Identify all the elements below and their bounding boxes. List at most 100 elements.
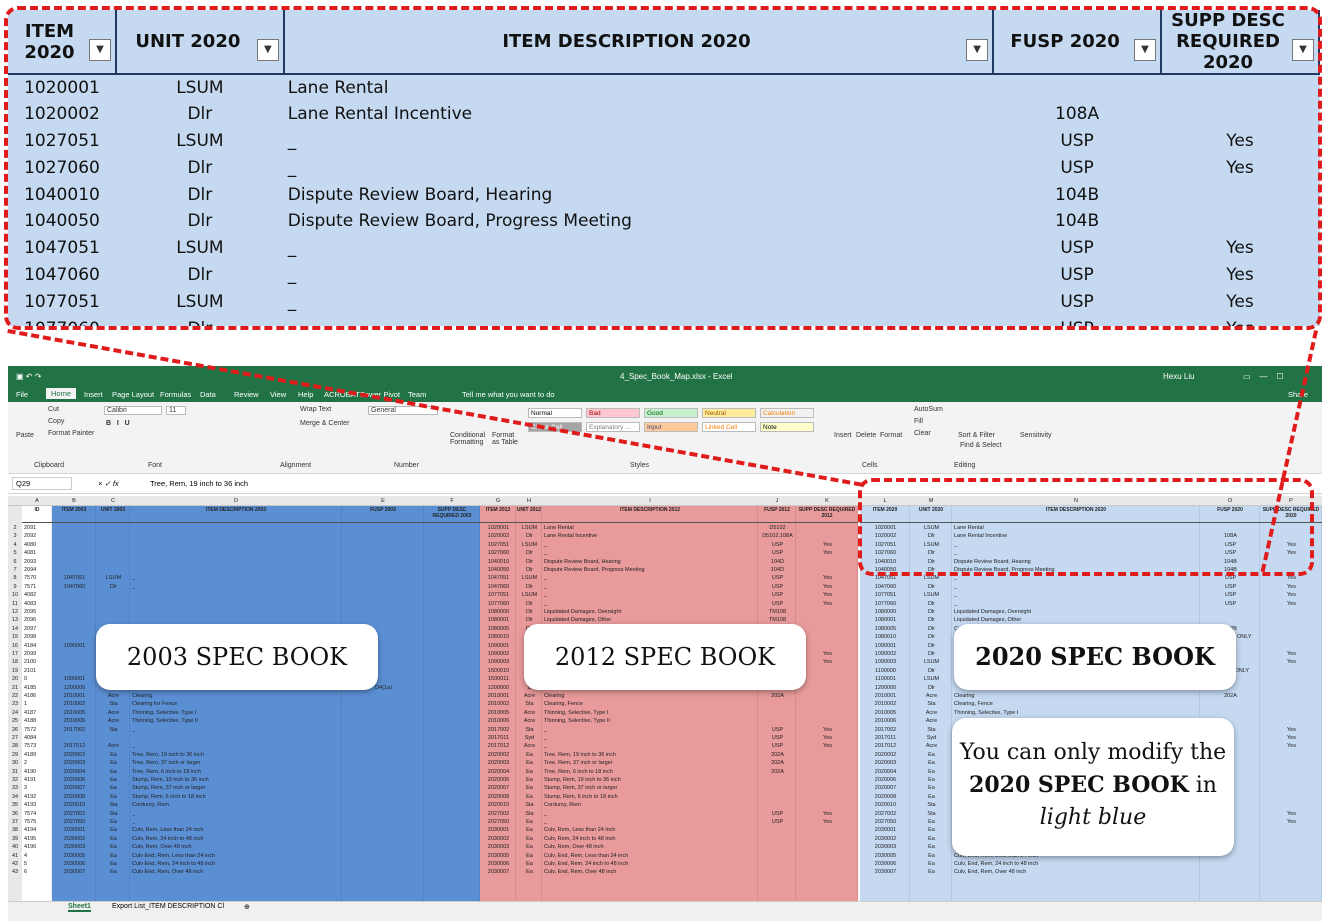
zoom-cell[interactable]: Dlr xyxy=(116,154,284,181)
sheet-cell[interactable]: Lane Rental Incentive xyxy=(954,532,1199,540)
sheet-cell[interactable]: Dlr xyxy=(912,600,951,608)
sheet-cell[interactable]: Acre xyxy=(912,742,951,750)
sheet-cell[interactable]: Lane Rental xyxy=(954,524,1199,532)
sensitivity-button[interactable]: Sensitivity xyxy=(1020,432,1052,439)
sheet-cell[interactable]: _ xyxy=(132,583,341,591)
sheet-cell[interactable]: 2020006 xyxy=(54,776,95,784)
sheet-cell[interactable]: 2027050 xyxy=(862,818,909,826)
sheet-cell[interactable]: Stump, Rem, 19 inch to 36 inch xyxy=(132,776,341,784)
sheet-cell[interactable]: 2030002 xyxy=(54,835,95,843)
zoom-cell[interactable]: 1027060 xyxy=(8,154,116,181)
sheet-cell[interactable]: LSUM xyxy=(912,675,951,683)
sheet-cell[interactable]: 2095 xyxy=(24,608,51,616)
sheet-cell[interactable]: 1020002 xyxy=(862,532,909,540)
sheet-cell[interactable]: Dlr xyxy=(912,616,951,624)
sheet-cell[interactable]: 1090002 xyxy=(862,650,909,658)
sheet-cell[interactable]: Dlr xyxy=(912,566,951,574)
sheet-cell[interactable]: LSUM xyxy=(912,591,951,599)
sheet-cell[interactable]: 1000001 xyxy=(54,675,95,683)
menu-help[interactable]: Help xyxy=(298,390,313,399)
sheet-cell[interactable]: USP xyxy=(760,541,795,549)
zoom-cell[interactable] xyxy=(1161,181,1319,208)
sheet-cell[interactable]: 2027002 xyxy=(862,810,909,818)
sheet-cell[interactable]: _ xyxy=(544,810,757,818)
sheet-cell[interactable]: Ea xyxy=(912,818,951,826)
sheet-cell[interactable]: Yes xyxy=(1262,734,1321,742)
sheet-cell[interactable]: 2100 xyxy=(24,658,51,666)
sheet-cell[interactable]: 1500011 xyxy=(482,675,515,683)
sheet-cell[interactable]: Ea xyxy=(98,793,129,801)
sheet-cell[interactable]: 2030006 xyxy=(862,860,909,868)
sheet-cell[interactable]: Stump, Rem, 6 inch to 18 inch xyxy=(544,793,757,801)
row-number[interactable]: 14 xyxy=(8,625,22,633)
sheet-cell[interactable]: _ xyxy=(132,810,341,818)
sheet-header-cell[interactable]: FUSP 2003 xyxy=(342,507,424,523)
sheet-cell[interactable]: Yes xyxy=(798,583,857,591)
sheet-cell[interactable]: 2010002 xyxy=(54,700,95,708)
sheet-cell[interactable]: Dlr xyxy=(912,650,951,658)
sheet-cell[interactable]: 2027050 xyxy=(482,818,515,826)
sheet-cell[interactable]: Sta xyxy=(98,801,129,809)
sheet-cell[interactable]: 2020002 xyxy=(54,751,95,759)
sheet-cell[interactable]: 2020007 xyxy=(54,784,95,792)
sheet-cell[interactable]: _ xyxy=(544,583,757,591)
sheet-cell[interactable]: USP xyxy=(760,734,795,742)
sheet-cell[interactable]: 1040050 xyxy=(482,566,515,574)
sheet-header-cell[interactable]: FUSP 2012 xyxy=(758,507,796,523)
sheet-cell[interactable]: Dlr xyxy=(912,633,951,641)
zoom-cell[interactable]: LSUM xyxy=(116,128,284,155)
sheet-cell[interactable]: Dlr xyxy=(518,549,541,557)
sheet-cell[interactable]: Culv, Rem, Over 48 inch xyxy=(132,843,341,851)
sheet-cell[interactable]: _ xyxy=(544,549,757,557)
sheet-cell[interactable]: Yes xyxy=(798,742,857,750)
sheet-cell[interactable]: Ea xyxy=(518,860,541,868)
sheet-cell[interactable]: Yes xyxy=(1262,583,1321,591)
zoom-table-row[interactable]: 1020001 LSUM Lane Rental xyxy=(8,74,1319,101)
sheet-cell[interactable]: Culv, End, Rem, 24 inch to 48 inch xyxy=(954,860,1199,868)
sheet-cell[interactable]: _ xyxy=(544,734,757,742)
menu-review[interactable]: Review xyxy=(234,390,259,399)
sheet-cell[interactable]: 4084 xyxy=(24,734,51,742)
sheet-cell[interactable]: USP xyxy=(760,726,795,734)
menu-data[interactable]: Data xyxy=(200,390,216,399)
row-number[interactable]: 21 xyxy=(8,684,22,692)
sheet-cell[interactable]: 1200000 xyxy=(482,684,515,692)
zoom-cell[interactable]: Yes xyxy=(1161,288,1319,315)
zoom-cell[interactable]: Yes xyxy=(1161,235,1319,262)
row-number[interactable]: 43 xyxy=(8,868,22,876)
column-letter[interactable]: O xyxy=(1200,497,1260,505)
sheet-cell[interactable]: Clearing for Fence xyxy=(132,700,341,708)
zoom-cell[interactable]: USP xyxy=(993,235,1161,262)
menu-insert[interactable]: Insert xyxy=(84,390,103,399)
sheet-cell[interactable]: Dlr xyxy=(518,532,541,540)
sheet-cell[interactable]: Ea xyxy=(518,868,541,876)
sheet-cell[interactable]: Yes xyxy=(798,734,857,742)
sheet-cell[interactable]: Tree, Rem, 37 inch or larger xyxy=(544,759,757,767)
sheet-cell[interactable]: USP xyxy=(1202,574,1259,582)
zoom-cell[interactable] xyxy=(1161,208,1319,235)
sheet-cell[interactable]: Dlr xyxy=(912,532,951,540)
sheet-cell[interactable]: Ea xyxy=(518,784,541,792)
sheet-cell[interactable]: Acre xyxy=(912,717,951,725)
sheet-cell[interactable]: 2027002 xyxy=(482,810,515,818)
sheet-cell[interactable]: 1040010 xyxy=(482,558,515,566)
sheet-cell[interactable]: 2017012 xyxy=(482,742,515,750)
sheet-cell[interactable]: 1027051 xyxy=(862,541,909,549)
sheet-cell[interactable]: 1020002 xyxy=(482,532,515,540)
sheet-cell[interactable]: Clearing xyxy=(132,692,341,700)
sheet-cell[interactable]: Liquidated Damages, Oversight xyxy=(954,608,1199,616)
sheet-cell[interactable]: 4193 xyxy=(24,801,51,809)
row-number[interactable]: 23 xyxy=(8,700,22,708)
sheet-cell[interactable]: 1020001 xyxy=(862,524,909,532)
delete-button[interactable]: Delete xyxy=(856,432,876,439)
zoom-cell[interactable]: _ xyxy=(284,154,993,181)
sheet-cell[interactable]: Yes xyxy=(798,600,857,608)
sheet-cell[interactable]: TM108 xyxy=(760,608,795,616)
sheet-cell[interactable]: 2010006 xyxy=(862,717,909,725)
sheet-cell[interactable]: 2017011 xyxy=(862,734,909,742)
autosum-button[interactable]: AutoSum xyxy=(914,406,943,413)
sheet-cell[interactable]: 104B xyxy=(1202,558,1259,566)
sheet-cell[interactable]: 1080005 xyxy=(862,625,909,633)
column-letter[interactable]: L xyxy=(860,497,910,505)
sheet-cell[interactable]: D5102,108A xyxy=(760,532,795,540)
